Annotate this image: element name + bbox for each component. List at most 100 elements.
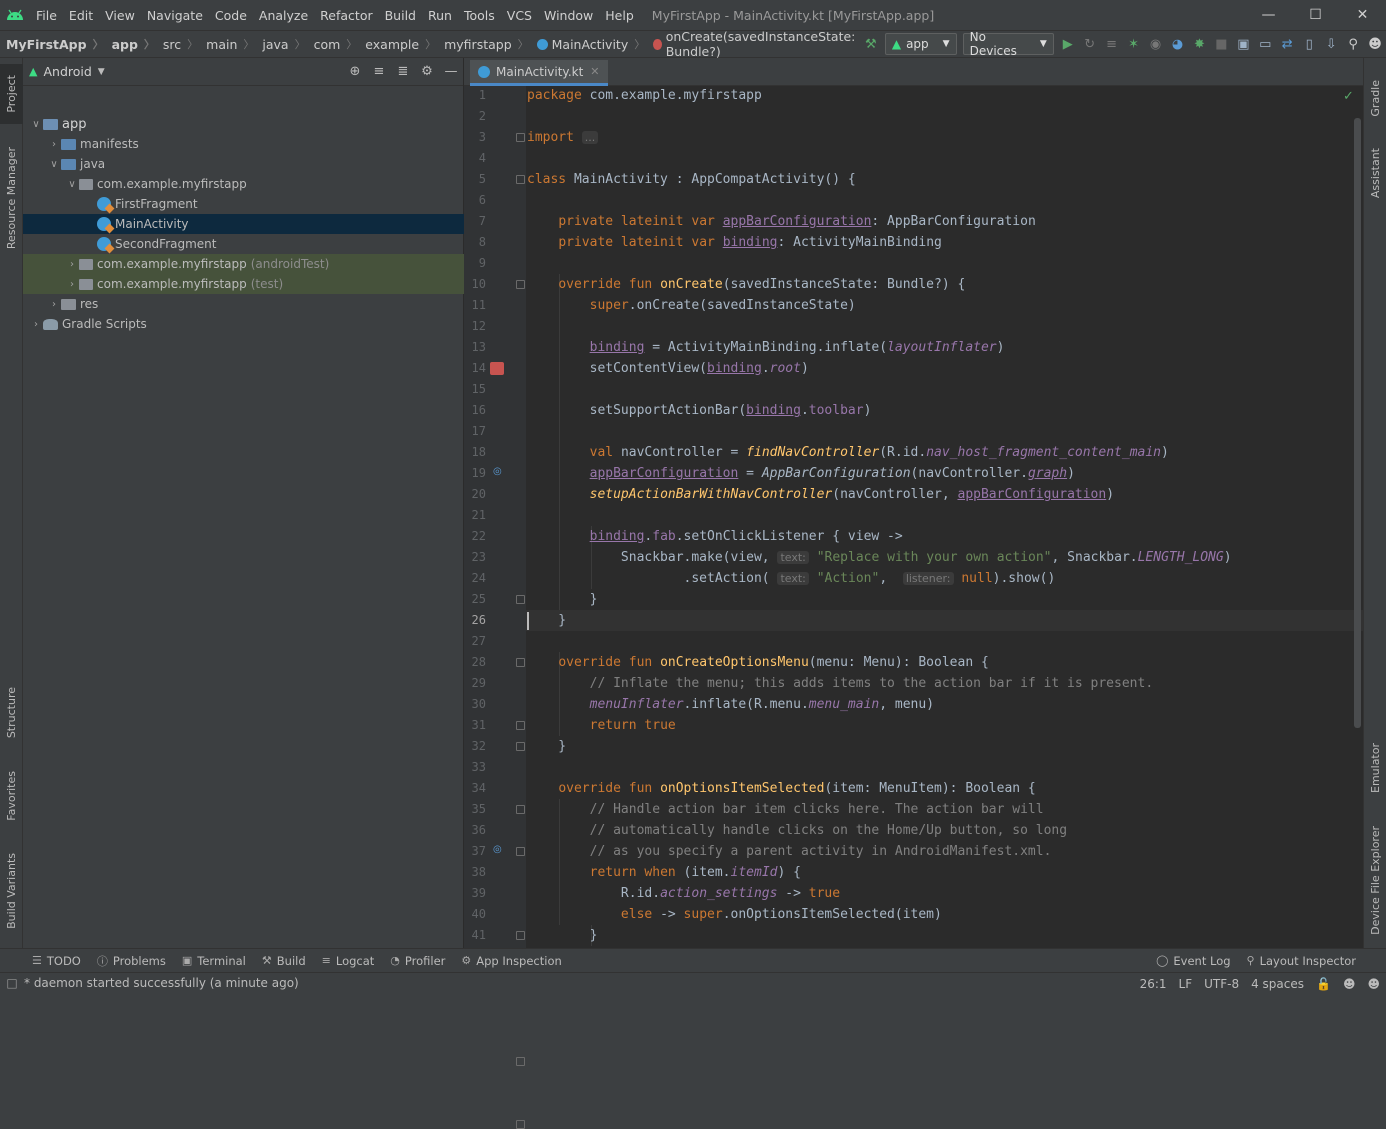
lock-icon[interactable]: 🔓 (1310, 977, 1337, 991)
debug-icon[interactable]: ✶ (1123, 32, 1145, 56)
tab-device-file-explorer[interactable]: Device File Explorer (1364, 818, 1386, 943)
tab-terminal[interactable]: ▣ Terminal (174, 954, 254, 968)
breadcrumb-item[interactable]: src 〉 (157, 36, 200, 52)
fold-marker-icon[interactable] (516, 133, 525, 142)
hammer-icon[interactable]: ⚒ (860, 32, 882, 56)
breadcrumb-item[interactable]: com 〉 (308, 36, 360, 52)
fold-marker-icon[interactable] (516, 1057, 525, 1066)
menu-code[interactable]: Code (209, 8, 253, 23)
fold-marker-icon[interactable] (516, 742, 525, 751)
menu-build[interactable]: Build (379, 8, 422, 23)
tab-build[interactable]: ⚒ Build (254, 954, 314, 968)
hide-panel-icon[interactable]: — (439, 60, 463, 84)
collapse-all-icon[interactable]: ≣ (391, 60, 415, 84)
tab-assistant[interactable]: Assistant (1364, 138, 1386, 208)
close-tab-icon[interactable]: ✕ (590, 65, 599, 78)
tab-build-variants[interactable]: Build Variants (0, 843, 23, 938)
gear-icon[interactable]: ⚙ (415, 60, 439, 84)
chevron-down-icon[interactable]: ▼ (98, 67, 105, 77)
fold-marker-icon[interactable] (516, 931, 525, 940)
override-marker-icon[interactable]: ◎ (493, 466, 502, 477)
fold-marker-icon[interactable] (516, 595, 525, 604)
caret-position[interactable]: 26:1 (1134, 977, 1173, 991)
status-message[interactable]: * daemon started successfully (a minute … (24, 976, 299, 990)
breadcrumb-item[interactable]: myfirstapp 〉 (438, 36, 531, 52)
search-icon[interactable]: ⚲ (1342, 32, 1364, 56)
minimize-icon[interactable]: — (1245, 0, 1292, 30)
menu-navigate[interactable]: Navigate (141, 8, 209, 23)
tab-problems[interactable]: ⓘ Problems (89, 953, 174, 969)
project-view-select[interactable]: Android (43, 64, 91, 79)
breadcrumb-item[interactable]: example 〉 (359, 36, 438, 52)
menu-help[interactable]: Help (599, 8, 640, 23)
tab-structure[interactable]: Structure (0, 678, 23, 748)
tree-item[interactable]: › com.example.myfirstapp (test) (23, 274, 464, 294)
menu-window[interactable]: Window (538, 8, 599, 23)
tree-item[interactable]: ∨ app (23, 114, 464, 134)
coverage-icon[interactable]: ◉ (1145, 32, 1167, 56)
tree-item[interactable]: FirstFragment (23, 194, 464, 214)
fold-marker-icon[interactable] (516, 658, 525, 667)
tab-logcat[interactable]: ≡ Logcat (314, 954, 383, 968)
toggle-tool-windows-icon[interactable]: □ (0, 976, 24, 990)
breadcrumb-item[interactable]: MainActivity 〉 (531, 36, 648, 52)
maximize-icon[interactable]: ☐ (1292, 0, 1339, 30)
run-config-select[interactable]: ▲ app ▼ (884, 33, 957, 55)
tab-gradle[interactable]: Gradle (1364, 68, 1386, 128)
tab-event-log[interactable]: ◯ Event Log (1148, 954, 1238, 968)
chevron-right-icon[interactable]: › (47, 299, 61, 310)
menu-vcs[interactable]: VCS (501, 8, 538, 23)
device-manager-icon[interactable]: ▭ (1254, 32, 1276, 56)
chevron-down-icon[interactable]: ∨ (47, 159, 61, 170)
tree-item[interactable]: SecondFragment (23, 234, 464, 254)
face-icon[interactable]: ☻ (1337, 977, 1362, 991)
tree-item[interactable]: ∨ java (23, 154, 464, 174)
sdk-manager-icon[interactable]: ⇩ (1320, 32, 1342, 56)
override-marker-icon[interactable]: ◎ (493, 844, 502, 855)
tree-item[interactable]: ∨ com.example.myfirstapp (23, 174, 464, 194)
breadcrumb-item[interactable]: MyFirstApp 〉 (0, 36, 106, 52)
indent-setting[interactable]: 4 spaces (1245, 977, 1310, 991)
run-icon[interactable]: ▶ (1057, 32, 1079, 56)
tree-item[interactable]: › com.example.myfirstapp (androidTest) (23, 254, 464, 274)
tab-todo[interactable]: ☰ TODO (24, 954, 89, 968)
apply-changes-icon[interactable]: ≡ (1101, 32, 1123, 56)
scrollbar-thumb[interactable] (1354, 118, 1361, 728)
menu-view[interactable]: View (99, 8, 141, 23)
chevron-down-icon[interactable]: ∨ (29, 119, 43, 130)
fold-marker-icon[interactable] (516, 175, 525, 184)
tab-profiler[interactable]: ◔ Profiler (382, 954, 453, 968)
chevron-right-icon[interactable]: › (65, 259, 79, 270)
fold-marker-icon[interactable] (516, 721, 525, 730)
tree-item[interactable]: MainActivity (23, 214, 464, 234)
line-separator[interactable]: LF (1173, 977, 1199, 991)
fold-marker-icon[interactable] (516, 1120, 525, 1129)
tree-item[interactable]: › Gradle Scripts (23, 314, 464, 334)
breadcrumb-item[interactable]: app 〉 (106, 36, 157, 52)
menu-run[interactable]: Run (422, 8, 458, 23)
tab-app-inspection[interactable]: ⚙ App Inspection (453, 954, 569, 968)
code-editor[interactable]: package com.example.myfirstapp import ...… (526, 86, 1363, 948)
profile-icon[interactable]: ◕ (1167, 32, 1189, 56)
tab-project[interactable]: Project (0, 64, 23, 124)
chevron-right-icon[interactable]: › (47, 139, 61, 150)
menu-analyze[interactable]: Analyze (253, 8, 314, 23)
breadcrumb-item[interactable]: onCreate(savedInstanceState: Bundle?) (647, 29, 860, 59)
activity-layout-icon[interactable] (490, 362, 504, 375)
tree-item[interactable]: › res (23, 294, 464, 314)
menu-refactor[interactable]: Refactor (314, 8, 378, 23)
expand-all-icon[interactable]: ≡ (367, 60, 391, 84)
tree-item[interactable]: › manifests (23, 134, 464, 154)
breadcrumb-item[interactable]: main 〉 (200, 36, 256, 52)
project-structure-icon[interactable]: ▣ (1232, 32, 1254, 56)
editor-scrollbar[interactable] (1354, 88, 1361, 918)
rerun-icon[interactable]: ↻ (1079, 32, 1101, 56)
tab-layout-inspector[interactable]: ⚲ Layout Inspector (1239, 954, 1364, 968)
avd-manager-icon[interactable]: ▯ (1298, 32, 1320, 56)
breadcrumb-item[interactable]: java 〉 (256, 36, 307, 52)
fold-marker-icon[interactable] (516, 847, 525, 856)
device-select[interactable]: No Devices ▼ (962, 30, 1054, 58)
chevron-right-icon[interactable]: › (29, 319, 43, 330)
chevron-right-icon[interactable]: › (65, 279, 79, 290)
menu-tools[interactable]: Tools (458, 8, 501, 23)
